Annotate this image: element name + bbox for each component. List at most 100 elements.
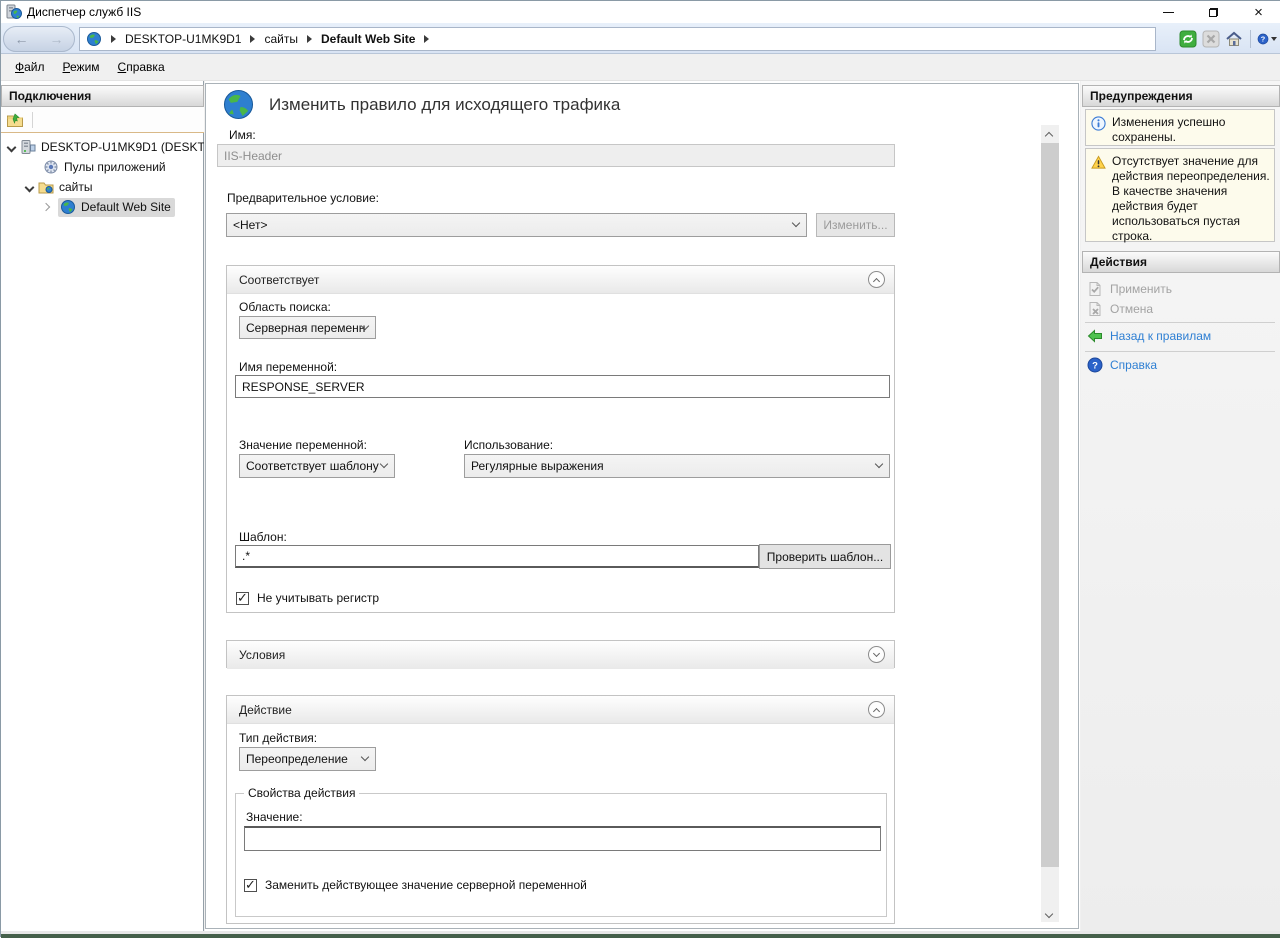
precondition-label: Предварительное условие: [227,191,379,205]
name-label: Имя: [229,128,256,142]
tree-item-label: Default Web Site [81,200,171,214]
value-label: Значение: [246,810,303,824]
test-pattern-button[interactable]: Проверить шаблон... [759,544,891,569]
variable-name-label: Имя переменной: [239,360,337,374]
action-section: Действие Тип действия: Переопределение С… [226,695,895,924]
scope-select[interactable]: Серверная переменн [239,316,376,339]
scrollbar-thumb[interactable] [1041,143,1059,867]
alerts-header: Предупреждения [1082,85,1280,107]
tree-item-label: Пулы приложений [64,160,166,174]
create-connection-icon[interactable] [6,111,24,129]
app-pools-icon [43,159,59,175]
pattern-label: Шаблон: [239,530,287,544]
forward-button[interactable]: → [50,31,64,47]
precondition-value: <Нет> [233,218,267,232]
close-button[interactable]: × [1236,1,1280,23]
crumb-separator-icon [250,35,255,43]
collapse-button[interactable] [868,701,885,718]
menu-bar: Файл Режим Справка [1,54,1280,81]
connections-panel: Подключения DESKTOP-U1MK9D1 (DESKTOP [1,81,204,931]
restore-button[interactable] [1191,1,1236,23]
conditions-section-title: Условия [227,641,894,669]
precondition-select[interactable]: <Нет> [226,213,807,237]
tree-item-app-pools[interactable]: Пулы приложений [1,157,204,177]
server-icon [20,139,36,155]
chevron-right-icon[interactable] [43,203,52,212]
dropdown-caret-icon [1271,37,1277,41]
ignore-case-row: Не учитывать регистр [236,591,379,605]
cancel-icon [1087,301,1103,317]
separator [1085,322,1275,323]
match-section-title: Соответствует [227,266,894,294]
workspace: Подключения DESKTOP-U1MK9D1 (DESKTOP [1,81,1280,931]
chevron-down-icon[interactable] [25,183,34,192]
tree-item-sites[interactable]: сайты [1,177,204,197]
help-link[interactable]: ? Справка [1087,355,1277,375]
feature-globe-icon [222,88,255,121]
minimize-button[interactable] [1146,1,1191,23]
title-bar: Диспетчер служб IIS × [1,1,1280,23]
tree-item-server[interactable]: DESKTOP-U1MK9D1 (DESKTOP [1,137,204,157]
apply-label: Применить [1110,282,1172,296]
chevron-down-icon[interactable] [7,143,16,152]
connections-toolbar [1,107,204,133]
apply-icon [1087,281,1103,297]
expand-button[interactable] [868,646,885,663]
help-button[interactable]: ? [1257,29,1277,49]
scroll-up-button[interactable] [1041,125,1059,142]
menu-file[interactable]: Файл [6,56,54,78]
scroll-down-button[interactable] [1041,905,1059,922]
breadcrumb-item-server[interactable]: DESKTOP-U1MK9D1 [125,32,241,46]
variable-value-select[interactable]: Соответствует шаблону [239,454,395,478]
pattern-input[interactable]: .* [235,545,759,568]
stop-button[interactable] [1201,29,1221,49]
connections-header: Подключения [1,85,204,107]
breadcrumb[interactable]: DESKTOP-U1MK9D1 сайты Default Web Site [79,27,1156,51]
back-to-rules-link[interactable]: Назад к правилам [1087,326,1277,346]
iis-manager-window: { "window": { "title": "Диспетчер служб … [0,0,1280,937]
using-select[interactable]: Регулярные выражения [464,454,890,478]
ignore-case-checkbox[interactable] [236,592,249,605]
refresh-button[interactable] [1178,29,1198,49]
sites-folder-icon [38,179,54,195]
connections-tree: DESKTOP-U1MK9D1 (DESKTOP Пулы приложений… [1,137,204,217]
action-type-label: Тип действия: [239,731,317,745]
replace-value-checkbox[interactable] [244,879,257,892]
menu-view[interactable]: Режим [54,56,109,78]
home-button[interactable] [1224,29,1244,49]
value-input[interactable] [244,826,881,851]
scope-value: Серверная переменн [246,321,365,335]
variable-name-input[interactable]: RESPONSE_SERVER [235,375,890,398]
crumb-separator-icon [307,35,312,43]
using-value: Регулярные выражения [471,459,604,473]
ignore-case-label: Не учитывать регистр [257,591,379,605]
help-icon: ? [1087,357,1103,373]
back-arrow-icon [1087,328,1103,344]
crumb-separator-icon [424,35,429,43]
vertical-scrollbar[interactable] [1041,125,1059,922]
variable-value: Соответствует шаблону [246,459,379,473]
home-icon [1225,30,1243,48]
back-button[interactable]: ← [15,31,29,47]
apply-button: Применить [1087,279,1277,299]
action-type-value: Переопределение [246,752,348,766]
alert-info: Изменения успешно сохранены. [1085,109,1275,146]
stop-icon [1202,30,1220,48]
alert-text: Изменения успешно сохранены. [1112,115,1270,140]
cancel-button: Отмена [1087,299,1277,319]
app-icon [6,4,22,20]
alert-warning: Отсутствует значение для действия переоп… [1085,148,1275,242]
action-properties-title: Свойства действия [244,786,359,800]
breadcrumb-item-current[interactable]: Default Web Site [321,32,415,46]
actions-header: Действия [1082,251,1280,273]
edit-precondition-button[interactable]: Изменить... [816,213,895,237]
collapse-button[interactable] [868,271,885,288]
scroll-up-icon [1046,131,1052,137]
action-type-select[interactable]: Переопределение [239,747,376,771]
breadcrumb-item-sites[interactable]: сайты [264,32,298,46]
action-properties-group: Свойства действия Значение: Заменить дей… [235,793,887,917]
cancel-label: Отмена [1110,302,1153,316]
tree-item-default-web-site[interactable]: Default Web Site [1,197,204,217]
menu-help[interactable]: Справка [109,56,174,78]
address-bar: ← → DESKTOP-U1MK9D1 сайты Default Web Si… [1,23,1280,54]
